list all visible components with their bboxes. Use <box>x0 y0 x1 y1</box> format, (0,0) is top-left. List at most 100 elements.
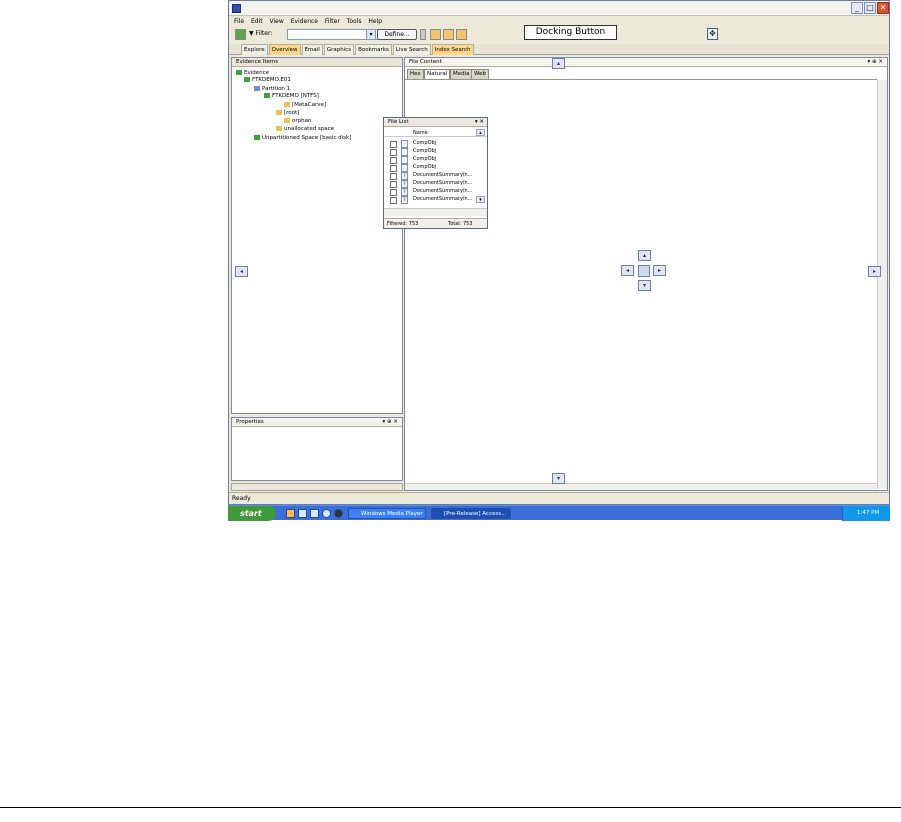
minimize-button[interactable]: _ <box>851 2 863 14</box>
list-item[interactable]: ? DocumentSummaryIn... <box>384 172 487 180</box>
dock-top-indicator[interactable]: ▴ <box>552 58 565 69</box>
filter-settings-icon[interactable] <box>420 29 426 40</box>
filter-group-icon-2[interactable] <box>443 29 454 40</box>
tree-item-unallocated[interactable]: unallocated space <box>276 126 334 133</box>
file-list-window[interactable]: File List ▾ ✕ Name ▴ CompObj CompObj Com… <box>383 117 488 229</box>
checkbox[interactable] <box>390 197 397 204</box>
tree-item-image[interactable]: FTKDEMO.E01 <box>244 77 291 84</box>
close-button[interactable]: ✕ <box>877 2 889 14</box>
checkbox[interactable] <box>390 141 397 148</box>
compass-center-icon[interactable] <box>638 265 650 277</box>
checkbox[interactable] <box>390 189 397 196</box>
file-icon <box>401 148 408 156</box>
menu-edit[interactable]: Edit <box>251 16 263 27</box>
file-list-header[interactable]: File List ▾ ✕ <box>384 118 487 127</box>
scroll-up-icon[interactable]: ▴ <box>476 129 485 136</box>
menu-evidence[interactable]: Evidence <box>291 16 318 27</box>
checkbox[interactable] <box>390 157 397 164</box>
evidence-items-tab[interactable]: Evidence Items <box>232 58 402 67</box>
dock-left-indicator[interactable]: ◂ <box>235 266 248 277</box>
list-item[interactable]: CompObj <box>384 140 487 148</box>
tab-graphics[interactable]: Graphics <box>323 44 355 55</box>
list-item[interactable]: ? DocumentSummaryIn... <box>384 180 487 188</box>
tab-email[interactable]: Email <box>301 44 323 55</box>
tree-item-unpartitioned[interactable]: Unpartitioned Space [basic disk] <box>254 135 351 142</box>
checkbox[interactable] <box>390 149 397 156</box>
list-item[interactable]: CompObj <box>384 148 487 156</box>
task-windows-media-player[interactable]: Windows Media Player <box>348 508 426 519</box>
folder-icon <box>284 102 290 107</box>
quicklaunch-icon-4[interactable] <box>322 509 331 518</box>
docking-button-callout: Docking Button <box>524 25 617 40</box>
task-access[interactable]: [Pre-Release] Access... <box>431 508 511 519</box>
title-bar[interactable]: _ □ ✕ <box>229 1 889 16</box>
clock: 1:47 PM <box>857 510 880 516</box>
list-item[interactable]: ? DocumentSummaryIn... <box>384 196 487 204</box>
tree-item-metacarve[interactable]: [MetaCarve] <box>284 102 326 109</box>
tree-item-ntfs[interactable]: FTKDEMO [NTFS] <box>264 93 319 100</box>
file-content-header: File Content ▾ ⊕ ✕ <box>405 58 887 67</box>
menu-tools[interactable]: Tools <box>347 16 362 27</box>
pane-controls[interactable]: ▾ ⊕ ✕ <box>383 418 398 427</box>
define-button[interactable]: Define... <box>377 29 417 40</box>
pane-controls[interactable]: ▾ ⊕ ✕ <box>868 58 883 67</box>
menu-filter[interactable]: Filter <box>325 16 340 27</box>
tab-bookmarks[interactable]: Bookmarks <box>355 44 392 55</box>
filter-group-icon-3[interactable] <box>456 29 467 40</box>
list-item[interactable]: CompObj <box>384 156 487 164</box>
file-icon <box>401 156 408 164</box>
compass-bottom-icon[interactable]: ▾ <box>638 280 651 291</box>
file-list-count-bar: Filtered: 753 Total: 753 <box>384 218 487 228</box>
tree-label: unallocated space <box>284 126 335 132</box>
name-column[interactable]: Name <box>413 129 428 137</box>
tree-item-orphan[interactable]: orphan <box>284 118 311 125</box>
evidence-icon[interactable] <box>235 29 246 40</box>
unknown-file-icon: ? <box>401 196 408 204</box>
evidence-items-pane: Evidence Items Evidence FTKDEMO.E01 Part… <box>231 57 403 414</box>
dock-center-compass[interactable]: ▴ ◂ ▸ ▾ <box>621 250 668 293</box>
dock-right-indicator[interactable]: ▸ <box>868 266 881 277</box>
tab-index-search[interactable]: Index Search <box>431 44 474 55</box>
quicklaunch-icon-1[interactable] <box>286 509 295 518</box>
menu-help[interactable]: Help <box>368 16 382 27</box>
tab-live-search[interactable]: Live Search <box>392 44 431 55</box>
maximize-button[interactable]: □ <box>864 2 876 14</box>
filter-group-icon-1[interactable] <box>430 29 441 40</box>
tab-explore[interactable]: Explore <box>241 44 268 55</box>
tree-label: [MetaCarve] <box>292 102 327 108</box>
menu-file[interactable]: File <box>234 16 244 27</box>
tree-label: orphan <box>292 118 312 124</box>
filter-label: ▼ Filter: <box>249 30 272 37</box>
checkbox[interactable] <box>390 181 397 188</box>
tree-item-root[interactable]: [root] <box>276 110 299 117</box>
list-item[interactable]: ? DocumentSummaryIn... <box>384 188 487 196</box>
evidence-horizontal-scrollbar[interactable] <box>231 483 403 491</box>
menu-view[interactable]: View <box>270 16 284 27</box>
tree-item-evidence[interactable]: Evidence <box>236 70 269 77</box>
checkbox[interactable] <box>390 165 397 172</box>
app-icon <box>232 4 241 13</box>
tree-label: Unpartitioned Space [basic disk] <box>262 135 352 141</box>
tree-item-partition[interactable]: Partition 1 <box>254 86 290 93</box>
checkbox[interactable] <box>390 173 397 180</box>
tab-overview[interactable]: Overview <box>268 44 301 55</box>
quicklaunch-icon-3[interactable] <box>310 509 319 518</box>
docking-button-icon[interactable]: ✥ <box>707 28 718 40</box>
compass-top-icon[interactable]: ▴ <box>638 250 651 261</box>
scroll-down-icon[interactable]: ▾ <box>476 196 485 203</box>
tree-node-icon <box>244 77 250 82</box>
compass-right-icon[interactable]: ▸ <box>653 265 666 276</box>
horizontal-scrollbar[interactable] <box>405 483 877 490</box>
compass-left-icon[interactable]: ◂ <box>621 265 634 276</box>
pane-controls[interactable]: ▾ ✕ <box>475 118 484 127</box>
status-text: Ready <box>232 495 251 502</box>
unknown-file-icon: ? <box>401 188 408 196</box>
file-list-horizontal-scrollbar[interactable] <box>384 208 487 216</box>
filter-dropdown-button[interactable]: ▾ <box>366 29 376 40</box>
quicklaunch-icon-5[interactable] <box>334 509 343 518</box>
vertical-scrollbar[interactable] <box>877 80 887 489</box>
list-item[interactable]: CompObj <box>384 164 487 172</box>
start-button[interactable]: start <box>228 506 276 521</box>
quicklaunch-icon-2[interactable] <box>298 509 307 518</box>
dock-bottom-indicator[interactable]: ▾ <box>552 473 565 484</box>
